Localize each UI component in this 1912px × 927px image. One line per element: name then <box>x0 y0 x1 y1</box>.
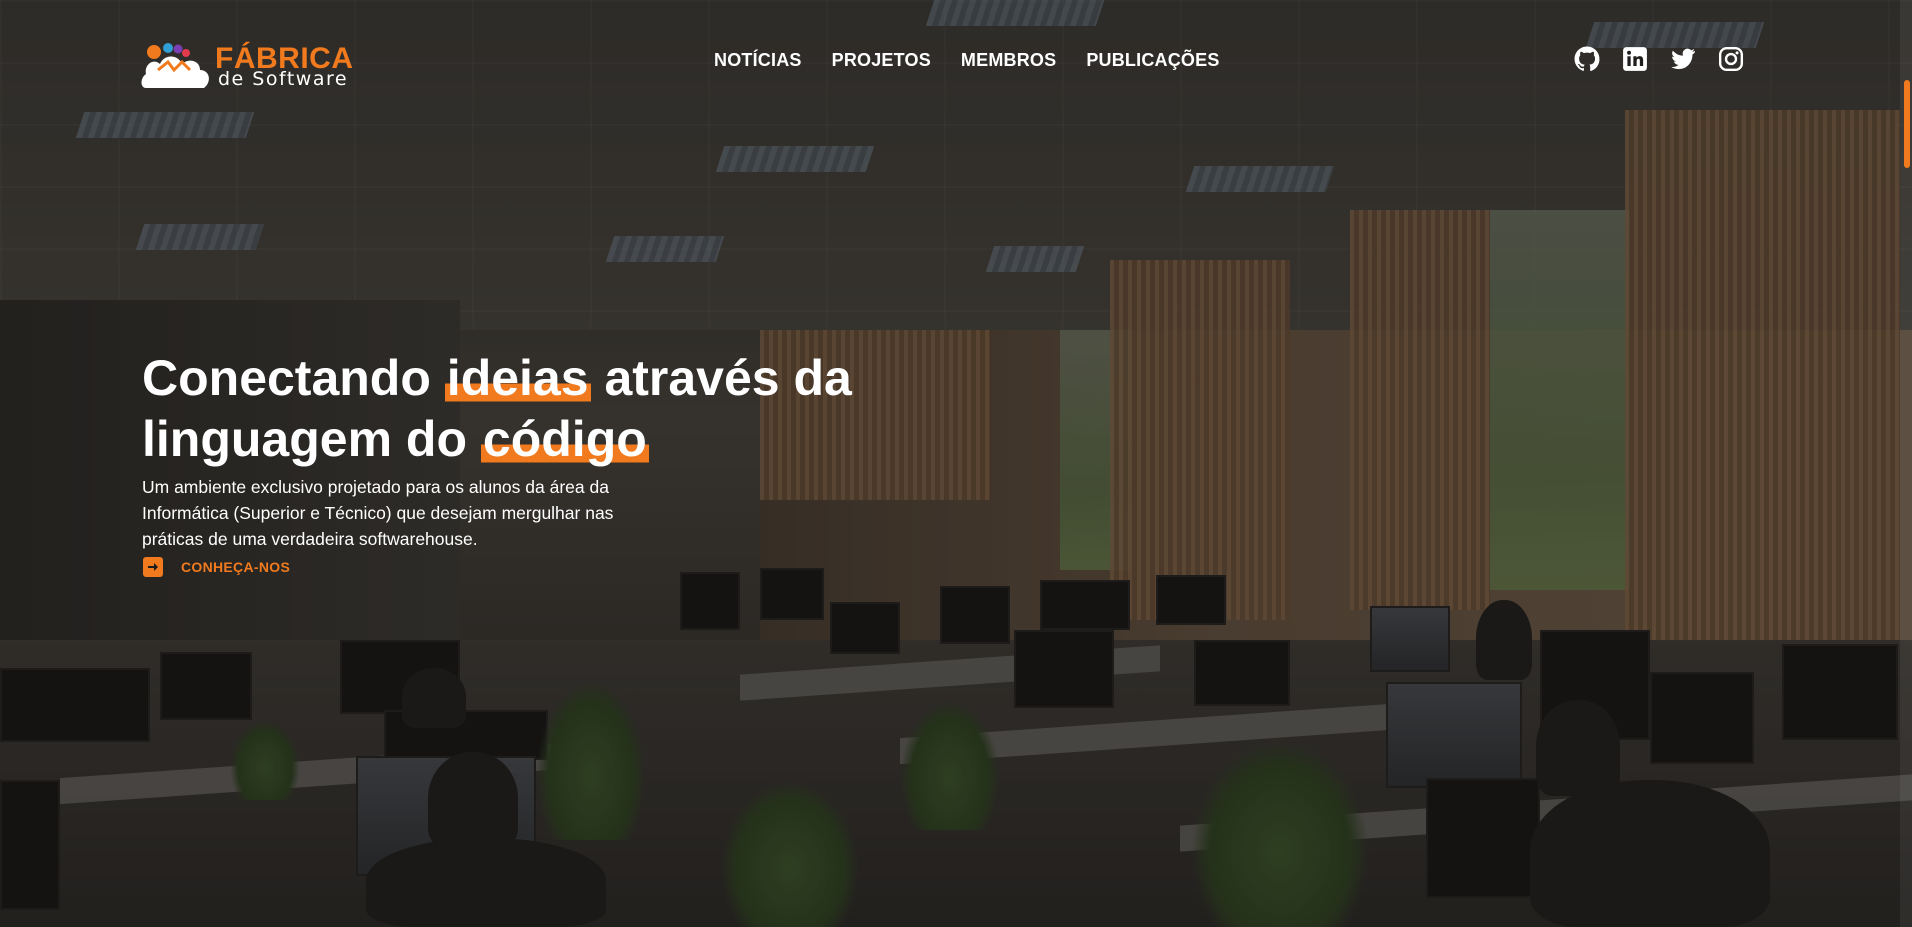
nav-item-membros[interactable]: MEMBROS <box>961 50 1056 71</box>
github-icon <box>1574 46 1600 72</box>
arrow-right-box-icon <box>143 557 163 577</box>
github-link[interactable] <box>1574 46 1600 72</box>
linkedin-icon <box>1623 47 1647 71</box>
instagram-link[interactable] <box>1718 46 1744 72</box>
twitter-icon <box>1671 48 1695 70</box>
social-links <box>1574 46 1744 72</box>
hero-title: Conectando ideias através da linguagem d… <box>142 348 862 470</box>
site-logo[interactable]: FÁBRICA de Software <box>140 36 362 92</box>
linkedin-link[interactable] <box>1622 46 1648 72</box>
nav-item-publicacoes[interactable]: PUBLICAÇÕES <box>1086 50 1219 71</box>
hero-title-part1: Conectando <box>142 350 445 406</box>
hero-title-highlight-codigo: código <box>480 411 649 467</box>
nav-item-noticias[interactable]: NOTÍCIAS <box>714 50 802 71</box>
main-nav: NOTÍCIAS PROJETOS MEMBROS PUBLICAÇÕES <box>714 50 1220 71</box>
hero-title-highlight-ideias: ideias <box>444 350 591 406</box>
hero-description: Um ambiente exclusivo projetado para os … <box>142 477 614 549</box>
site-header: FÁBRICA de Software NOTÍCIAS PROJETOS ME… <box>0 0 1912 125</box>
nav-item-projetos[interactable]: PROJETOS <box>832 50 931 71</box>
cta-label: CONHEÇA-NOS <box>181 559 291 575</box>
instagram-icon <box>1718 46 1744 72</box>
cloud-logo-icon <box>141 43 209 88</box>
logo-subtitle: de Software <box>218 68 349 90</box>
twitter-link[interactable] <box>1670 46 1696 72</box>
page-scrollbar[interactable] <box>1900 0 1912 927</box>
scrollbar-thumb[interactable] <box>1904 80 1910 168</box>
conheca-nos-button[interactable]: CONHEÇA-NOS <box>143 557 290 577</box>
